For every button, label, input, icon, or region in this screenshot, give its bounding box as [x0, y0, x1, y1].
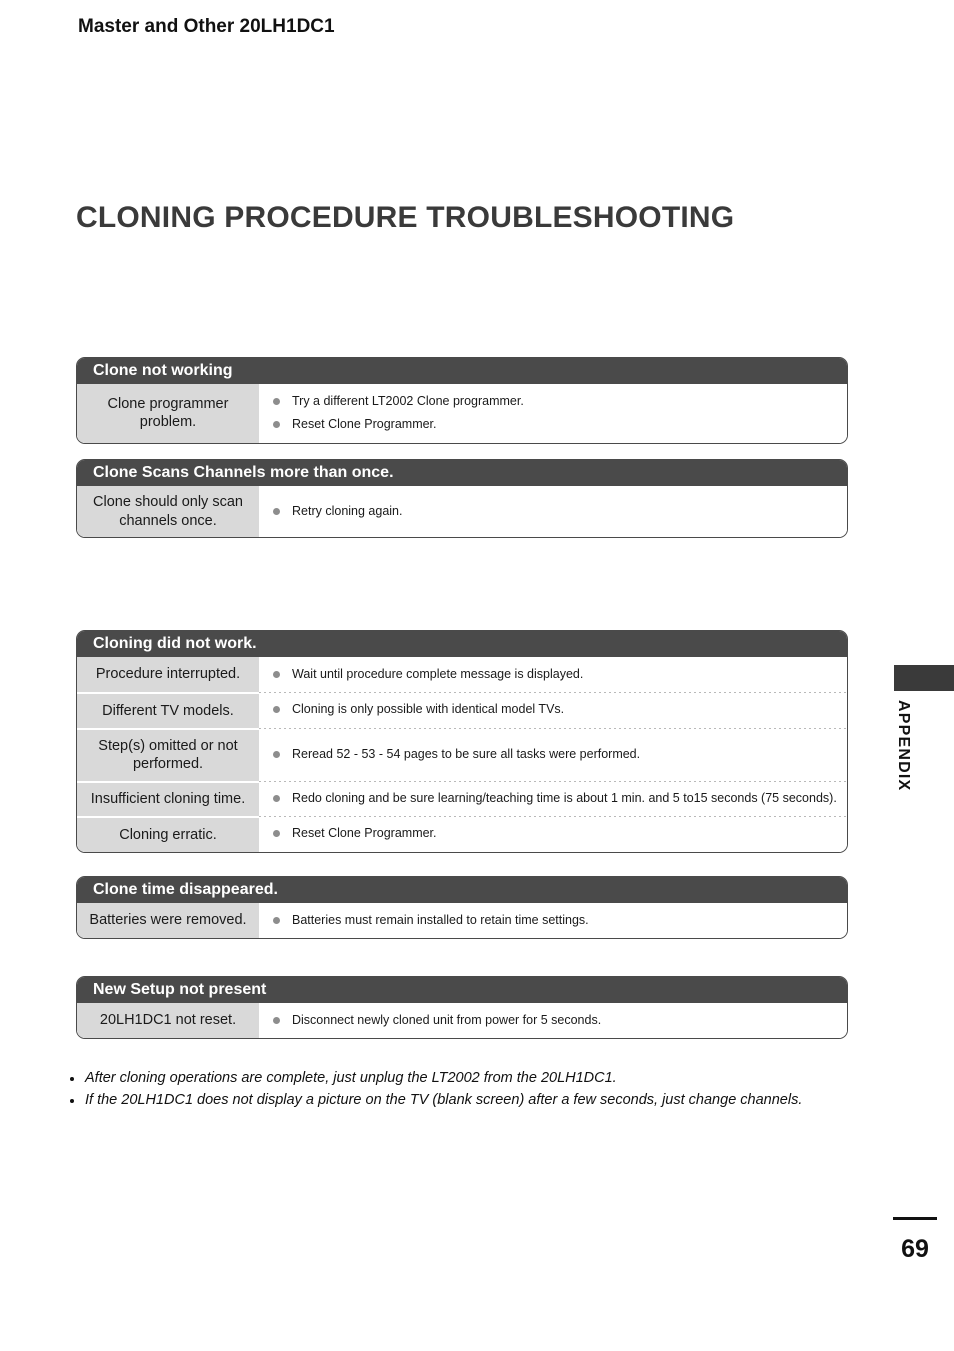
action-text: Reread 52 - 53 - 54 pages to be sure all…: [292, 746, 641, 761]
bullet-icon: [273, 706, 280, 714]
troubleshooting-table: Clone time disappeared. Batteries were re…: [76, 876, 848, 940]
action-item: Disconnect newly cloned unit from power …: [273, 1009, 835, 1032]
document-page: CLONING PROCEDURE TROUBLESHOOTING Master…: [0, 0, 954, 1351]
action-item: Redo cloning and be sure learning/teachi…: [273, 787, 837, 810]
footnote-bullet-icon: [70, 1098, 74, 1103]
action-item: Reset Clone Programmer.: [273, 413, 835, 436]
table-row: Cloning erratic. Reset Clone Programmer.: [77, 816, 847, 852]
row-actions: Batteries must remain installed to retai…: [259, 903, 847, 938]
footnote-text: If the 20LH1DC1 does not display a pictu…: [85, 1091, 803, 1108]
bullet-icon: [273, 1017, 280, 1024]
row-symptom-label: Different TV models.: [77, 692, 259, 728]
action-text: Reset Clone Programmer.: [292, 826, 437, 841]
table-row: Different TV models. Cloning is only poss…: [77, 692, 847, 728]
row-symptom-label: Clone should only scan channels once.: [77, 486, 259, 538]
row-actions: Wait until procedure complete message is…: [259, 657, 847, 692]
row-actions: Redo cloning and be sure learning/teachi…: [259, 780, 847, 817]
row-symptom-label: Batteries were removed.: [77, 903, 259, 939]
row-actions: Try a different LT2002 Clone programmer.…: [259, 384, 847, 443]
table-row: Insufficient cloning time. Redo cloning a…: [77, 780, 847, 817]
section-heading: Master and Other 20LH1DC1: [78, 15, 335, 37]
row-symptom-label: Clone programmer problem.: [77, 384, 259, 443]
page-number-rule: [893, 1217, 937, 1220]
action-text: Retry cloning again.: [292, 503, 403, 518]
footnote-item: After cloning operations are complete, j…: [70, 1068, 870, 1090]
action-text: Batteries must remain installed to retai…: [292, 913, 589, 927]
action-item: Cloning is only possible with identical …: [273, 698, 835, 721]
bullet-icon: [273, 917, 280, 924]
table-body: Procedure interrupted. Wait until procedu…: [77, 657, 847, 852]
table-header: Clone not working: [77, 358, 847, 384]
bullet-icon: [273, 507, 280, 515]
row-symptom-label: 20LH1DC1 not reset.: [77, 1003, 259, 1039]
row-actions: Cloning is only possible with identical …: [259, 692, 847, 728]
action-item: Reread 52 - 53 - 54 pages to be sure all…: [273, 743, 835, 766]
table-row: Clone programmer problem. Try a different…: [77, 384, 847, 443]
row-actions: Reset Clone Programmer.: [259, 816, 847, 852]
table-row: 20LH1DC1 not reset. Disconnect newly clon…: [77, 1003, 847, 1039]
table-row: Batteries were removed. Batteries must re…: [77, 903, 847, 939]
table-header: Clone Scans Channels more than once.: [77, 460, 847, 486]
appendix-tab-block: [894, 665, 954, 691]
row-symptom-label: Insufficient cloning time.: [77, 780, 259, 817]
bullet-icon: [273, 830, 280, 838]
table-header: New Setup not present: [77, 977, 847, 1003]
action-item: Batteries must remain installed to retai…: [273, 909, 835, 932]
row-symptom-label: Step(s) omitted or not performed.: [77, 727, 259, 781]
troubleshooting-table: Clone Scans Channels more than once. Clon…: [76, 459, 848, 539]
bullet-icon: [273, 671, 280, 678]
action-text: Reset Clone Programmer.: [292, 417, 437, 432]
troubleshooting-table: Clone not working Clone programmer proble…: [76, 357, 848, 444]
bullet-icon: [273, 794, 280, 802]
page-title: CLONING PROCEDURE TROUBLESHOOTING: [76, 201, 735, 235]
bullet-icon: [273, 750, 280, 758]
footnote-item: If the 20LH1DC1 does not display a pictu…: [70, 1090, 870, 1112]
action-text: Try a different LT2002 Clone programmer.: [292, 394, 524, 408]
action-item: Wait until procedure complete message is…: [273, 663, 835, 686]
table-row: Clone should only scan channels once. Ret…: [77, 486, 847, 538]
table-body: Clone programmer problem. Try a different…: [77, 384, 847, 443]
action-text: Cloning is only possible with identical …: [292, 702, 565, 717]
table-row: Step(s) omitted or not performed. Reread …: [77, 727, 847, 781]
action-item: Try a different LT2002 Clone programmer.: [273, 390, 835, 413]
bullet-icon: [273, 398, 280, 405]
action-item: Reset Clone Programmer.: [273, 822, 835, 845]
row-symptom-label: Procedure interrupted.: [77, 657, 259, 693]
bullet-icon: [273, 421, 280, 429]
action-text: Wait until procedure complete message is…: [292, 667, 584, 681]
table-body: Batteries were removed. Batteries must re…: [77, 903, 847, 939]
row-actions: Disconnect newly cloned unit from power …: [259, 1003, 847, 1038]
row-actions: Reread 52 - 53 - 54 pages to be sure all…: [259, 727, 847, 781]
row-symptom-label: Cloning erratic.: [77, 816, 259, 852]
footnote-bullet-icon: [70, 1077, 74, 1081]
table-header: Clone time disappeared.: [77, 877, 847, 903]
table-body: Clone should only scan channels once. Ret…: [77, 486, 847, 538]
page-number: 69: [901, 1235, 929, 1263]
table-row: Procedure interrupted. Wait until procedu…: [77, 657, 847, 693]
appendix-tab-label: APPENDIX: [895, 700, 912, 792]
troubleshooting-table: New Setup not present 20LH1DC1 not reset.…: [76, 976, 848, 1040]
table-body: 20LH1DC1 not reset. Disconnect newly clon…: [77, 1003, 847, 1039]
table-header: Cloning did not work.: [77, 631, 847, 657]
action-item: Retry cloning again.: [273, 500, 835, 523]
footnote-text: After cloning operations are complete, j…: [85, 1070, 617, 1086]
action-text: Redo cloning and be sure learning/teachi…: [292, 790, 837, 805]
row-actions: Retry cloning again.: [259, 486, 847, 537]
action-text: Disconnect newly cloned unit from power …: [292, 1013, 602, 1027]
footnotes-list: After cloning operations are complete, j…: [70, 1068, 870, 1112]
troubleshooting-table: Cloning did not work. Procedure interrupt…: [76, 630, 848, 853]
